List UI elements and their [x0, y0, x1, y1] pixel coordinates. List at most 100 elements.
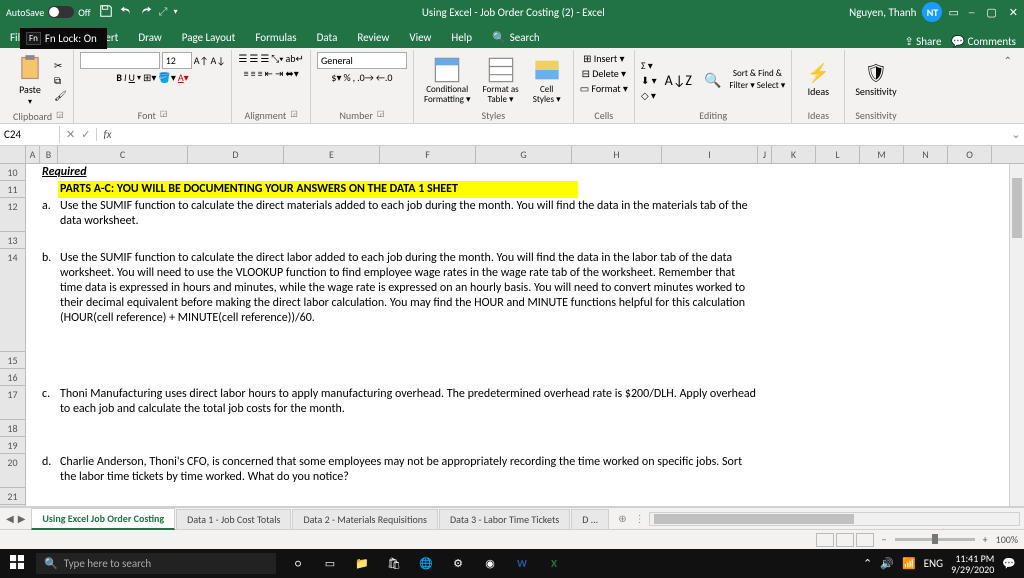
horizontal-scrollbar[interactable] — [649, 512, 1020, 526]
row-header[interactable]: 19 — [0, 437, 26, 454]
sheet-tab[interactable]: Data 3 - Labor Time Tickets — [439, 509, 570, 529]
task-view-icon[interactable]: ▭ — [316, 552, 344, 576]
alignment-launcher-icon[interactable]: ◲ — [290, 109, 298, 122]
sheet-tab[interactable]: D ... — [571, 509, 609, 529]
store-icon[interactable]: 🛍 — [380, 552, 408, 576]
insert-cells-button[interactable]: ⊞ Insert ▾ — [583, 52, 624, 65]
page-break-view-icon[interactable] — [856, 533, 874, 547]
comma-format-icon[interactable]: , — [353, 71, 356, 84]
font-color-button[interactable]: A▾ — [178, 71, 189, 84]
col-header[interactable]: L — [816, 146, 860, 163]
merge-center-icon[interactable]: ⬌▾ — [285, 67, 298, 80]
volume-icon[interactable]: 🔊 — [880, 557, 894, 570]
cut-icon[interactable]: ✂ — [54, 59, 67, 72]
undo-icon[interactable] — [119, 4, 133, 21]
conditional-formatting-button[interactable]: ConditionalFormatting ▾ — [420, 54, 475, 107]
underline-button[interactable]: U — [129, 71, 135, 84]
select-all-corner[interactable] — [0, 146, 26, 163]
clipboard-launcher-icon[interactable]: ◲ — [56, 110, 64, 123]
accept-formula-icon[interactable]: ✓ — [81, 128, 90, 141]
zoom-in-button[interactable]: + — [983, 533, 988, 546]
bold-button[interactable]: B — [116, 71, 122, 84]
increase-indent-icon[interactable]: ⇥ — [275, 67, 283, 80]
ideas-button[interactable]: ⚡Ideas — [798, 60, 838, 100]
maximize-button[interactable]: ▢ — [986, 6, 996, 19]
row-header[interactable]: 17 — [0, 386, 26, 420]
fill-color-button[interactable]: 🪣▾ — [158, 71, 175, 84]
redo-icon[interactable] — [139, 4, 153, 21]
orientation-icon[interactable]: ⤡▾ — [271, 52, 283, 65]
file-explorer-icon[interactable]: 📁 — [348, 552, 376, 576]
taskbar-search[interactable]: 🔍Type here to search — [36, 553, 276, 574]
row-header[interactable]: 10 — [0, 164, 26, 181]
format-cells-button[interactable]: ▭ Format ▾ — [580, 82, 628, 95]
system-clock[interactable]: 11:41 PM9/29/2020 — [951, 553, 994, 575]
comments-button[interactable]: 💬 Comments — [951, 35, 1016, 48]
word-icon[interactable]: W — [508, 552, 536, 576]
zoom-out-button[interactable]: − — [882, 533, 887, 546]
vertical-scrollbar[interactable] — [1009, 164, 1024, 506]
notifications-icon[interactable]: 💬 — [1002, 557, 1016, 570]
sheet-tab-active[interactable]: Using Excel Job Order Costing — [31, 508, 175, 530]
excel-icon[interactable]: X — [540, 552, 568, 576]
col-header[interactable]: O — [948, 146, 992, 163]
tab-draw[interactable]: Draw — [128, 27, 171, 48]
find-select-button[interactable]: 🔍 — [700, 70, 725, 91]
format-painter-icon[interactable]: 🖌 — [54, 89, 67, 102]
sheet-nav-prev-icon[interactable]: ◀ — [6, 512, 14, 525]
edge-icon[interactable]: 🌐 — [412, 552, 440, 576]
col-header[interactable]: I — [662, 146, 758, 163]
col-header[interactable]: H — [572, 146, 662, 163]
name-box[interactable]: C24 — [0, 126, 60, 143]
chrome-icon[interactable]: ◉ — [476, 552, 504, 576]
cortana-icon[interactable]: ○ — [284, 552, 312, 576]
col-header[interactable]: N — [904, 146, 948, 163]
decrease-decimal-icon[interactable]: ←.0 — [376, 71, 393, 84]
save-icon[interactable] — [99, 4, 113, 21]
zoom-slider[interactable] — [895, 538, 975, 541]
align-left-icon[interactable]: ≡ — [244, 67, 249, 80]
align-middle-icon[interactable]: ☰ — [249, 52, 258, 65]
tab-review[interactable]: Review — [347, 27, 399, 48]
formula-input[interactable] — [118, 124, 1008, 145]
autosave-toggle[interactable]: AutoSave Off — [6, 6, 91, 19]
col-header[interactable]: E — [284, 146, 380, 163]
number-format-combo[interactable]: General — [317, 52, 407, 69]
expand-formula-bar-icon[interactable]: ⌄ — [1008, 128, 1024, 141]
col-header[interactable]: J — [758, 146, 772, 163]
col-header[interactable]: G — [476, 146, 572, 163]
spreadsheet-grid[interactable]: A B C D E F G H I J K L M N O 10 11 12 1… — [0, 146, 1024, 507]
tray-expand-icon[interactable]: ⌃ — [863, 557, 872, 570]
fill-button[interactable]: ⬇ ▾ — [641, 74, 657, 87]
col-header[interactable]: B — [40, 146, 58, 163]
row-header[interactable]: 12 — [0, 198, 26, 232]
fx-icon[interactable]: fx — [97, 128, 117, 141]
wifi-icon[interactable]: 📶 — [902, 557, 916, 570]
minimize-button[interactable]: ─ — [969, 6, 975, 19]
align-top-icon[interactable]: ☰ — [238, 52, 247, 65]
tab-view[interactable]: View — [399, 27, 441, 48]
sensitivity-button[interactable]: 🛡Sensitivity — [851, 60, 900, 100]
paste-button[interactable]: Paste▾ — [10, 52, 50, 109]
col-header[interactable]: K — [772, 146, 816, 163]
font-launcher-icon[interactable]: ◲ — [160, 109, 168, 122]
number-launcher-icon[interactable]: ◲ — [377, 109, 385, 122]
row-header[interactable]: 21 — [0, 488, 26, 505]
col-header[interactable]: D — [188, 146, 284, 163]
decrease-indent-icon[interactable]: ⇤ — [265, 67, 273, 80]
row-header[interactable]: 16 — [0, 369, 26, 386]
user-avatar[interactable]: NT — [922, 2, 942, 22]
normal-view-icon[interactable] — [816, 533, 834, 547]
font-name-combo[interactable] — [80, 52, 160, 69]
zoom-level[interactable]: 100% — [996, 533, 1018, 546]
decrease-font-icon[interactable]: A↓ — [211, 54, 226, 67]
clear-button[interactable]: ◇ ▾ — [641, 89, 657, 102]
cancel-formula-icon[interactable]: ✕ — [66, 128, 75, 141]
tab-data[interactable]: Data — [307, 27, 348, 48]
touch-mode-icon[interactable]: ⤢ — [159, 5, 168, 19]
sheet-nav-next-icon[interactable]: ▶ — [18, 512, 26, 525]
cell-styles-button[interactable]: CellStyles ▾ — [527, 54, 567, 107]
sheet-tab[interactable]: Data 1 - Job Cost Totals — [176, 509, 291, 529]
format-as-table-button[interactable]: Format asTable ▾ — [478, 54, 522, 107]
row-header[interactable]: 13 — [0, 232, 26, 249]
